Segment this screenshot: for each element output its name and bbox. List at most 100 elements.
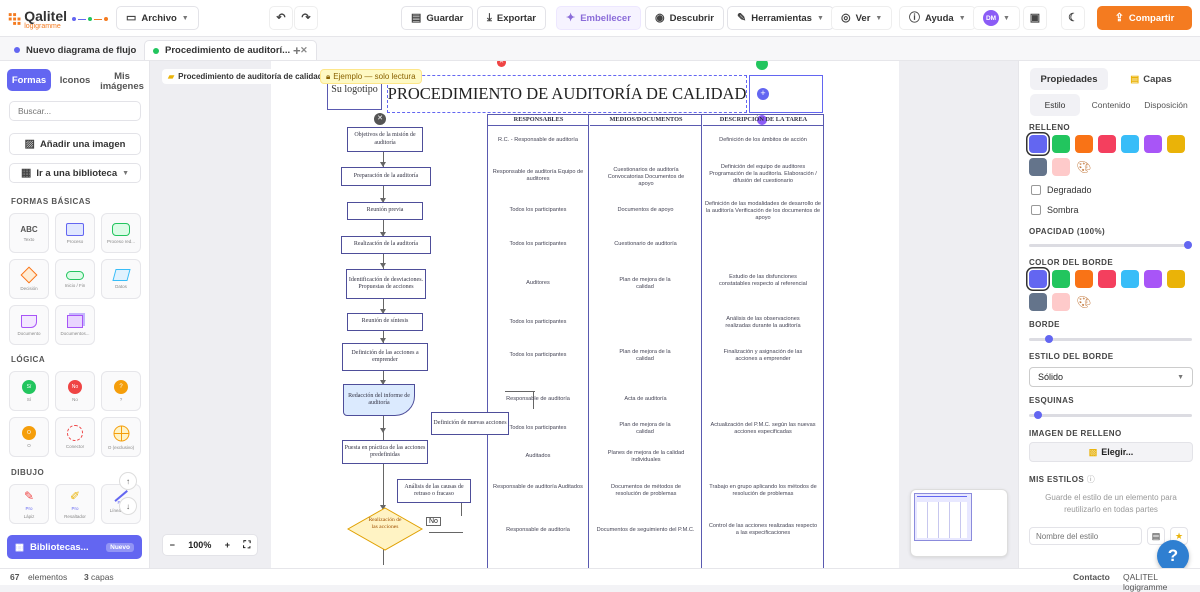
fill-swatch[interactable] — [1052, 135, 1070, 153]
gradient-checkbox[interactable] — [1031, 185, 1041, 195]
border-width-slider[interactable] — [1029, 335, 1192, 343]
redo-button[interactable]: ↷ — [294, 6, 318, 30]
diagram-canvas[interactable]: Su logotipo PROCEDIMIENTO DE AUDITORÍA D… — [150, 61, 1018, 568]
merge-handle-icon[interactable]: ✕ — [374, 113, 386, 125]
user-menu[interactable]: DM ▼ — [973, 6, 1020, 30]
shape-rounded-process[interactable]: Proceso red... — [101, 213, 141, 253]
border-swatch[interactable] — [1075, 270, 1093, 288]
tab-propiedades[interactable]: Propiedades — [1030, 68, 1108, 90]
step-puesta-practica[interactable]: Puesta en práctica de las acciones prede… — [342, 440, 428, 464]
shadow-checkbox[interactable] — [1031, 205, 1041, 215]
logo-placeholder[interactable]: Su logotipo — [327, 80, 382, 110]
fill-swatch[interactable] — [1075, 135, 1093, 153]
subtab-estilo[interactable]: Estilo — [1030, 94, 1080, 116]
shape-start-end[interactable]: Inicio / Fin — [55, 259, 95, 299]
herramientas-menu[interactable]: ✎ Herramientas ▼ — [727, 6, 834, 30]
shape-data[interactable]: Datos — [101, 259, 141, 299]
border-swatch[interactable] — [1029, 270, 1047, 288]
choose-image-button[interactable]: ▧ Elegir... — [1029, 442, 1193, 462]
corners-slider[interactable] — [1029, 411, 1192, 419]
rotate-handle-icon[interactable] — [756, 61, 768, 70]
exportar-button[interactable]: ⤓ Exportar — [477, 6, 546, 30]
undo-button[interactable]: ↶ — [269, 6, 293, 30]
step-preparacion[interactable]: Preparación de la auditoría — [341, 167, 431, 186]
breadcrumb[interactable]: ▰ Procedimiento de auditoría de calidad — [162, 69, 329, 84]
dark-mode-toggle[interactable]: ☾ — [1061, 6, 1085, 30]
slider-knob[interactable] — [1184, 241, 1192, 249]
border-palette-icon[interactable]: 🎨︎ — [1075, 293, 1093, 311]
slider-knob[interactable] — [1044, 335, 1053, 343]
opacity-slider[interactable] — [1029, 241, 1192, 249]
border-style-select[interactable]: Sólido ▼ — [1029, 367, 1193, 387]
scroll-down-button[interactable]: ↓ — [119, 497, 137, 515]
shape-decision[interactable]: Decisión — [9, 259, 49, 299]
zoom-level[interactable]: 100% — [188, 540, 211, 550]
draw-highlighter[interactable]: ✐ Pro Resaltador — [55, 484, 95, 524]
guardar-button[interactable]: ▤ Guardar — [401, 6, 474, 30]
border-swatch[interactable] — [1029, 293, 1047, 311]
delete-handle-icon[interactable]: ✕ — [497, 61, 506, 67]
shape-search-input[interactable] — [9, 101, 141, 121]
app-logo[interactable]: Qalitel logigramme — [8, 5, 108, 33]
step-realizacion[interactable]: Realización de la auditoría — [341, 236, 431, 254]
shape-document[interactable]: Documento — [9, 305, 49, 345]
fill-swatch[interactable] — [1144, 135, 1162, 153]
step-definicion[interactable]: Definición de las acciones a emprender — [342, 343, 428, 371]
libraries-button[interactable]: ▦ Bibliotecas... Nuevo — [7, 535, 142, 559]
draw-pencil[interactable]: ✎ Pro Lápiz — [9, 484, 49, 524]
slider-knob[interactable] — [1033, 411, 1042, 419]
compartir-button[interactable]: ⇪ Compartir — [1097, 6, 1192, 30]
tab-formas[interactable]: Formas — [7, 69, 51, 91]
fill-swatch[interactable] — [1167, 135, 1185, 153]
step-objetivos[interactable]: Objetivos de la misión de auditoría — [347, 127, 423, 152]
fill-palette-icon[interactable]: 🎨︎ — [1075, 158, 1093, 176]
descubrir-button[interactable]: ◉ Descubrir — [645, 6, 724, 30]
step-informe[interactable]: Redacción del informe de auditoría — [343, 384, 415, 416]
subtab-disposicion[interactable]: Disposición — [1140, 94, 1192, 116]
present-button[interactable]: ▣ — [1023, 6, 1047, 30]
border-swatch[interactable] — [1052, 270, 1070, 288]
border-swatch[interactable] — [1052, 293, 1070, 311]
ayuda-menu[interactable]: ⓘ Ayuda ▼ — [899, 6, 976, 30]
fill-swatch[interactable] — [1098, 135, 1116, 153]
step-reunion-previa[interactable]: Reunión previa — [347, 202, 423, 220]
archivo-menu[interactable]: ▭ Archivo ▼ — [116, 6, 199, 30]
logic-or[interactable]: OO — [9, 417, 49, 457]
border-swatch[interactable] — [1121, 270, 1139, 288]
logic-yes[interactable]: Sí Sí — [9, 371, 49, 411]
border-swatch[interactable] — [1167, 270, 1185, 288]
decision-realizacion[interactable]: Realización de las acciones — [347, 507, 423, 551]
subtab-contenido[interactable]: Contenido — [1086, 94, 1136, 116]
add-handle-icon[interactable]: + — [757, 88, 769, 100]
border-swatch[interactable] — [1098, 270, 1116, 288]
step-identificacion[interactable]: Identificación de desviaciones. Propuest… — [346, 269, 426, 299]
shape-text[interactable]: ABC Texto — [9, 213, 49, 253]
fit-screen-icon[interactable]: ⛶ — [243, 540, 250, 551]
scroll-up-button[interactable]: ↑ — [119, 472, 137, 490]
contact-link[interactable]: Contacto — [1073, 572, 1110, 582]
logic-xor[interactable]: O (exclusivo) — [101, 417, 141, 457]
tab-iconos[interactable]: Iconos — [54, 69, 96, 91]
logic-connector[interactable]: Conector — [55, 417, 95, 457]
minimap[interactable] — [910, 489, 1008, 557]
fill-swatch[interactable] — [1121, 135, 1139, 153]
fill-swatch[interactable] — [1029, 158, 1047, 176]
step-reunion-sintesis[interactable]: Reunión de síntesis — [347, 313, 423, 331]
zoom-out-button[interactable]: − — [170, 540, 175, 550]
step-analisis[interactable]: Análisis de las causas de retraso o frac… — [397, 479, 471, 503]
goto-library-button[interactable]: ▦ Ir a una biblioteca ▼ — [9, 163, 141, 183]
diagram-title[interactable]: PROCEDIMIENTO DE AUDITORÍA DE CALIDAD — [387, 75, 747, 113]
zoom-in-button[interactable]: + — [225, 540, 230, 550]
border-swatch[interactable] — [1144, 270, 1162, 288]
shape-multi-document[interactable]: Documentos... — [55, 305, 95, 345]
style-name-input[interactable] — [1029, 527, 1142, 545]
add-image-button[interactable]: ▨ Añadir una imagen — [9, 133, 141, 155]
embellecer-button[interactable]: ✦ Embellecer — [556, 6, 641, 30]
logic-question[interactable]: ?? — [101, 371, 141, 411]
tab-mis-imagenes[interactable]: Mis imágenes — [100, 69, 144, 95]
fill-swatch[interactable] — [1052, 158, 1070, 176]
ver-menu[interactable]: ◎ Ver ▼ — [831, 6, 893, 30]
tab-nuevo-diagrama[interactable]: Nuevo diagrama de flujo — [6, 40, 144, 60]
tab-capas[interactable]: ▤ Capas — [1112, 68, 1190, 90]
shape-process[interactable]: Proceso — [55, 213, 95, 253]
